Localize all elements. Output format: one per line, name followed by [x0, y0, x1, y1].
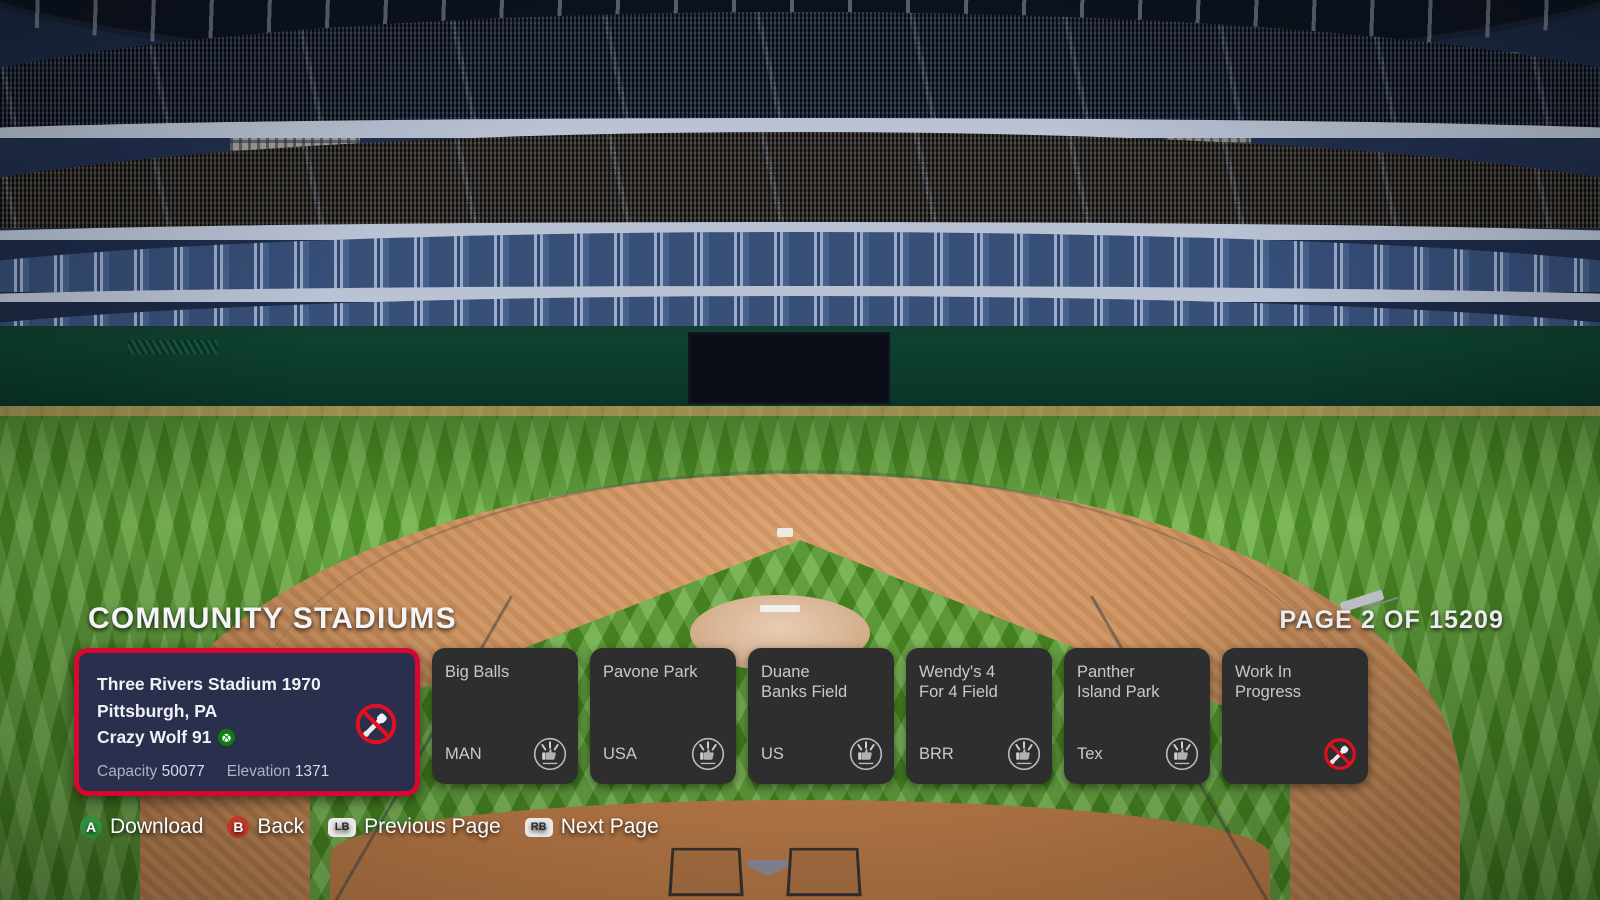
- stadium-card-title: Duane Banks Field: [761, 663, 848, 702]
- hype-thumbs-up-icon: [848, 736, 884, 772]
- stadium-card-footer: USA: [603, 736, 726, 772]
- hype-thumbs-up-icon: [1006, 736, 1042, 772]
- stadium-card-title: Pavone Park: [603, 663, 698, 681]
- stadium-card[interactable]: Big Balls MAN: [432, 648, 578, 784]
- elevation-stat: Elevation 1371: [227, 763, 330, 781]
- legend-label: Previous Page: [364, 815, 501, 838]
- page-indicator: PAGE 2 OF 15209: [1279, 606, 1504, 634]
- capacity-stat: Capacity 50077: [97, 763, 205, 781]
- stadium-card-country: BRR: [919, 744, 954, 763]
- stadium-card[interactable]: Work In Progress: [1222, 648, 1368, 784]
- no-play-icon: [1322, 736, 1358, 772]
- page-title: COMMUNITY STADIUMS: [88, 602, 457, 635]
- xbox-icon: [218, 728, 236, 746]
- stadium-card-title: Work In Progress: [1235, 663, 1302, 702]
- stadium-card-footer: MAN: [445, 736, 568, 772]
- stadium-card-title: Panther Island Park: [1077, 663, 1160, 702]
- stadium-card[interactable]: Panther Island Park Tex: [1064, 648, 1210, 784]
- legend-label: Download: [110, 815, 204, 838]
- stadium-card-title: Big Balls: [445, 663, 510, 681]
- no-play-icon: [353, 701, 399, 747]
- stadium-card-country: US: [761, 744, 784, 763]
- stadium-card-country: MAN: [445, 744, 482, 763]
- stadium-author: Crazy Wolf 91: [97, 724, 397, 751]
- ui-overlay: COMMUNITY STADIUMS PAGE 2 OF 15209 Three…: [0, 0, 1600, 900]
- stadium-card-footer: BRR: [919, 736, 1042, 772]
- elevation-label: Elevation: [226, 762, 291, 780]
- bumper-button-lb-icon: LB: [328, 817, 357, 837]
- hype-thumbs-up-icon: [690, 736, 726, 772]
- stadium-card-footer: Tex: [1077, 736, 1200, 772]
- elevation-value: 1371: [294, 762, 330, 780]
- stadium-name: Three Rivers Stadium 1970: [97, 674, 321, 694]
- capacity-label: Capacity: [97, 762, 158, 780]
- stadium-card-footer: [1235, 736, 1358, 772]
- bumper-button-rb-icon: RB: [524, 817, 553, 837]
- stadium-card-country: USA: [603, 744, 637, 763]
- face-button-b-icon: B: [227, 816, 250, 838]
- author-name: Crazy Wolf 91: [97, 727, 212, 748]
- stadium-card[interactable]: Wendy's 4 For 4 Field BRR: [906, 648, 1052, 784]
- stadium-card-rail[interactable]: Three Rivers Stadium 1970 Pittsburgh, PA…: [74, 648, 1368, 796]
- game-screen: COMMUNITY STADIUMS PAGE 2 OF 15209 Three…: [0, 0, 1600, 900]
- legend-item-previous-page[interactable]: LB Previous Page: [328, 815, 501, 839]
- legend-label: Next Page: [560, 815, 659, 838]
- selected-stadium-card[interactable]: Three Rivers Stadium 1970 Pittsburgh, PA…: [74, 648, 420, 796]
- legend-item-back[interactable]: B Back: [227, 815, 304, 839]
- legend-label: Back: [257, 815, 305, 838]
- face-button-a-icon: A: [80, 816, 102, 838]
- stadium-card-title: Wendy's 4 For 4 Field: [919, 663, 998, 702]
- hype-thumbs-up-icon: [532, 736, 568, 772]
- stadium-location: Pittsburgh, PA: [97, 700, 218, 721]
- capacity-value: 50077: [161, 762, 205, 780]
- stadium-card-country: Tex: [1077, 744, 1103, 763]
- stadium-card-footer: US: [761, 736, 884, 772]
- hype-thumbs-up-icon: [1164, 736, 1200, 772]
- legend-item-next-page[interactable]: RB Next Page: [524, 815, 659, 839]
- stadium-card[interactable]: Duane Banks Field US: [748, 648, 894, 784]
- stadium-card[interactable]: Pavone Park USA: [590, 648, 736, 784]
- stadium-stats: Capacity 50077 Elevation 1371: [97, 763, 397, 781]
- legend-item-download[interactable]: A Download: [80, 815, 203, 839]
- button-legend: A Download B Back LB Previous Page RB Next Page: [80, 815, 674, 839]
